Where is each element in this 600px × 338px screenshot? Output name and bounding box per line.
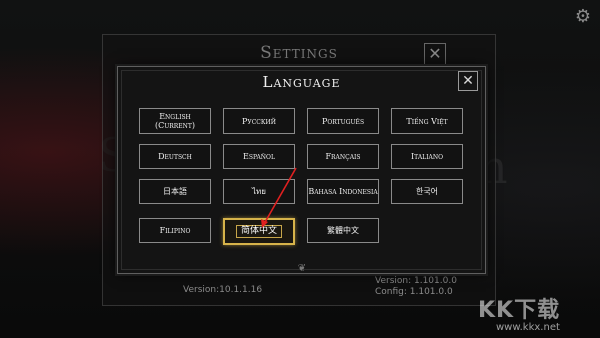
gear-icon[interactable]: ⚙ bbox=[574, 8, 592, 26]
language-option-traditional-chinese[interactable]: 繁體中文 bbox=[307, 218, 379, 243]
close-icon: ✕ bbox=[462, 73, 474, 89]
version-info: Version: 1.101.0.0 Config: 1.101.0.0 bbox=[375, 276, 457, 298]
language-option-spanish[interactable]: Español bbox=[223, 144, 295, 169]
settings-close-button[interactable]: ✕ bbox=[424, 43, 446, 65]
language-option-portuguese[interactable]: Português bbox=[307, 108, 379, 134]
language-option-japanese[interactable]: 日本語 bbox=[139, 179, 211, 204]
dialog-close-button[interactable]: ✕ bbox=[458, 71, 478, 91]
language-option-english[interactable]: English (Current) bbox=[139, 108, 211, 134]
language-option-vietnamese[interactable]: Tiếng Việt bbox=[391, 108, 463, 134]
language-dialog: Language ✕ English (Current) Русский Por… bbox=[117, 66, 486, 274]
language-option-simplified-chinese[interactable]: 简体中文 bbox=[223, 218, 295, 245]
language-option-filipino[interactable]: Filipino bbox=[139, 218, 211, 243]
watermark-logo: KK下载 bbox=[478, 298, 561, 323]
language-option-german[interactable]: Deutsch bbox=[139, 144, 211, 169]
language-option-italian[interactable]: Italiano bbox=[391, 144, 463, 169]
watermark: KK下载 www.kkx.net bbox=[478, 292, 596, 336]
resource-version: Version: 1.101.0.0 bbox=[375, 276, 457, 286]
language-option-indonesian[interactable]: Bahasa Indonesia bbox=[307, 179, 379, 204]
close-icon: ✕ bbox=[428, 44, 442, 63]
config-version: Config: 1.101.0.0 bbox=[375, 287, 453, 297]
language-option-korean[interactable]: 한국어 bbox=[391, 179, 463, 204]
dialog-ornament: ❦ bbox=[297, 263, 307, 274]
client-version: Version:10.1.1.16 bbox=[183, 285, 263, 295]
language-option-french[interactable]: Français bbox=[307, 144, 379, 169]
watermark-url: www.kkx.net bbox=[496, 322, 560, 333]
language-option-russian[interactable]: Русский bbox=[223, 108, 295, 134]
dialog-title: Language bbox=[262, 73, 341, 91]
language-option-thai[interactable]: ไทย bbox=[223, 179, 295, 204]
